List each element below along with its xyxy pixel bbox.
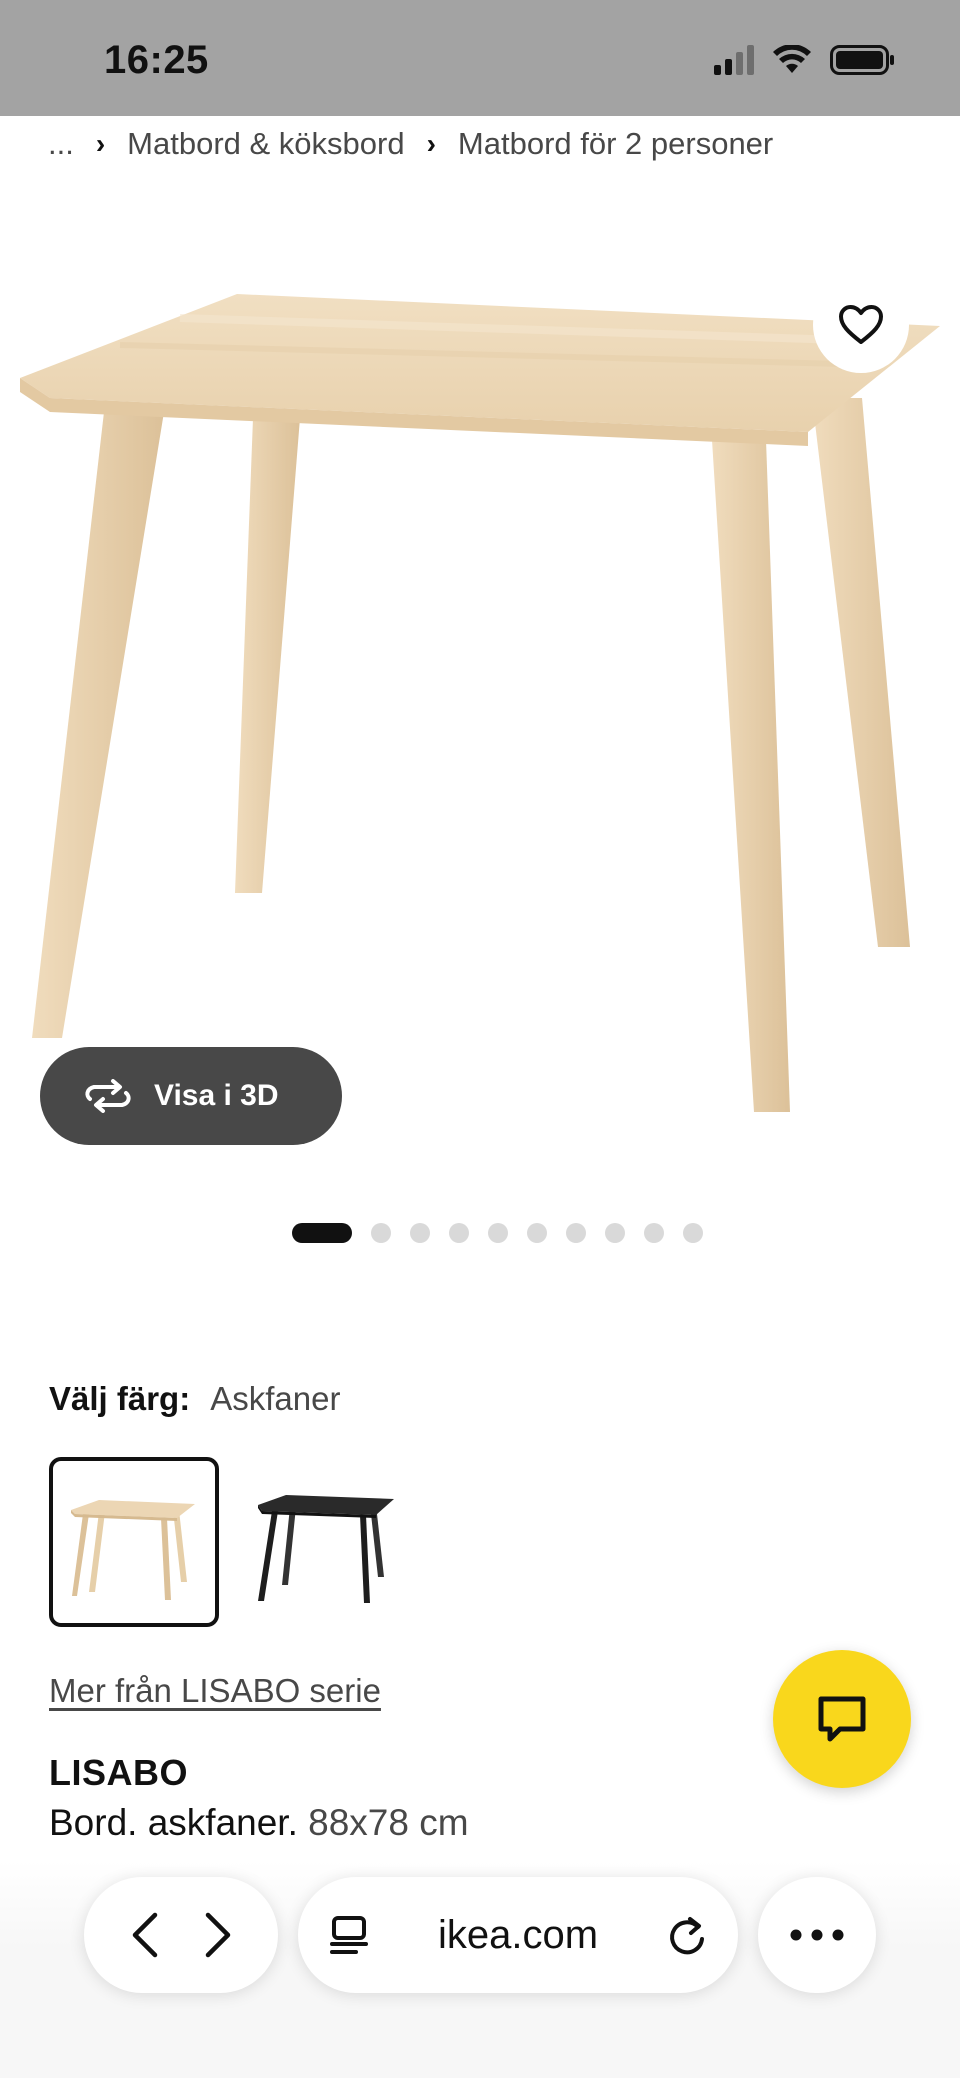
pagination-dot-active[interactable] bbox=[292, 1223, 352, 1243]
color-selector-heading: Välj färg: Askfaner bbox=[49, 1380, 340, 1418]
rotate-3d-icon bbox=[85, 1079, 131, 1113]
favorite-button[interactable] bbox=[813, 277, 909, 373]
forward-icon[interactable] bbox=[200, 1910, 236, 1960]
color-swatch-black[interactable] bbox=[240, 1457, 410, 1627]
chevron-right-icon: › bbox=[426, 128, 436, 159]
pagination-dot[interactable] bbox=[644, 1223, 664, 1243]
product-dimensions: 88x78 cm bbox=[308, 1802, 469, 1843]
view-in-3d-label: Visa i 3D bbox=[154, 1079, 279, 1112]
breadcrumb-ellipsis[interactable]: ... bbox=[48, 126, 74, 162]
color-swatch-ash-veneer[interactable] bbox=[49, 1457, 219, 1627]
color-label: Välj färg: bbox=[49, 1380, 191, 1417]
url-text[interactable]: ikea.com bbox=[438, 1913, 598, 1958]
pagination-dot[interactable] bbox=[566, 1223, 586, 1243]
chat-button[interactable] bbox=[773, 1650, 911, 1788]
status-icons bbox=[714, 44, 896, 76]
status-bar: 16:25 bbox=[0, 0, 960, 116]
pagination-dot[interactable] bbox=[449, 1223, 469, 1243]
series-link[interactable]: Mer från LISABO serie bbox=[49, 1672, 381, 1710]
breadcrumb-item-dining-tables[interactable]: Matbord & köksbord bbox=[127, 126, 404, 162]
chevron-right-icon: › bbox=[95, 128, 106, 159]
status-time: 16:25 bbox=[104, 38, 209, 82]
gallery-pagination[interactable] bbox=[292, 1223, 703, 1243]
pagination-dot[interactable] bbox=[410, 1223, 430, 1243]
pagination-dot[interactable] bbox=[683, 1223, 703, 1243]
page-menu-icon[interactable] bbox=[328, 1914, 370, 1956]
more-options-button[interactable] bbox=[758, 1877, 876, 1993]
breadcrumb-item-tables-for-2[interactable]: Matbord för 2 personer bbox=[458, 126, 773, 162]
product-image-gallery[interactable]: Visa i 3D bbox=[0, 190, 960, 1190]
reload-icon[interactable] bbox=[666, 1913, 708, 1957]
pagination-dot[interactable] bbox=[488, 1223, 508, 1243]
battery-icon bbox=[830, 45, 894, 75]
product-description: Bord. askfaner. 88x78 cm bbox=[49, 1802, 469, 1844]
chat-bubble-icon bbox=[818, 1696, 866, 1742]
address-bar[interactable]: ikea.com bbox=[298, 1877, 738, 1993]
breadcrumb: ... › Matbord & köksbord › Matbord för 2… bbox=[48, 124, 773, 164]
swatch-black-table-image bbox=[258, 1495, 394, 1603]
view-in-3d-button[interactable]: Visa i 3D bbox=[40, 1047, 342, 1145]
browser-nav-group bbox=[84, 1877, 278, 1993]
swatch-ash-table-image bbox=[71, 1500, 195, 1600]
more-horizontal-icon bbox=[790, 1929, 844, 1941]
wifi-icon bbox=[773, 45, 811, 73]
pagination-dot[interactable] bbox=[371, 1223, 391, 1243]
back-icon[interactable] bbox=[127, 1910, 163, 1960]
heart-icon bbox=[839, 305, 883, 344]
product-type: Bord. askfaner. bbox=[49, 1802, 298, 1843]
pagination-dot[interactable] bbox=[527, 1223, 547, 1243]
cellular-signal-icon bbox=[714, 45, 754, 75]
selected-color: Askfaner bbox=[210, 1380, 341, 1417]
pagination-dot[interactable] bbox=[605, 1223, 625, 1243]
product-name: LISABO bbox=[49, 1752, 189, 1793]
